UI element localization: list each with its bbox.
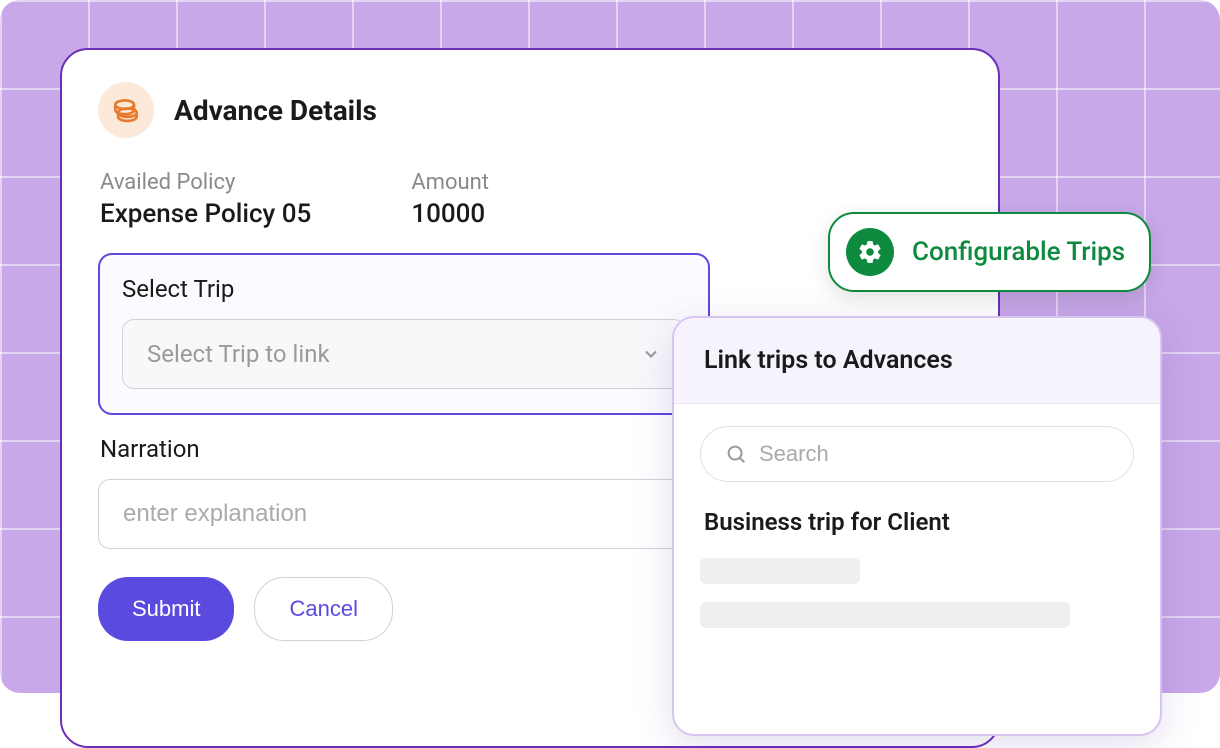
narration-input[interactable]: [98, 479, 710, 549]
search-icon: [725, 443, 747, 465]
gear-icon: [846, 228, 894, 276]
field-row: Availed Policy Expense Policy 05 Amount …: [98, 170, 962, 229]
select-trip-block: Select Trip Select Trip to link: [98, 253, 710, 415]
skeleton-line: [700, 602, 1070, 628]
narration-label: Narration: [98, 435, 710, 463]
select-trip-label: Select Trip: [122, 275, 686, 303]
skeleton-line: [700, 558, 860, 584]
select-trip-dropdown[interactable]: Select Trip to link: [122, 319, 686, 389]
coins-icon: [98, 82, 154, 138]
availed-policy-value: Expense Policy 05: [100, 199, 311, 229]
trip-item[interactable]: Business trip for Client: [700, 508, 1134, 536]
narration-block: Narration: [98, 435, 710, 549]
card-title: Advance Details: [174, 94, 377, 127]
select-trip-placeholder: Select Trip to link: [147, 340, 330, 368]
submit-button[interactable]: Submit: [98, 577, 234, 641]
panel-title: Link trips to Advances: [704, 346, 1130, 375]
configurable-trips-text: Configurable Trips: [912, 237, 1125, 267]
link-trips-panel: Link trips to Advances Business trip for…: [672, 316, 1162, 736]
availed-policy-group: Availed Policy Expense Policy 05: [100, 170, 311, 229]
amount-label: Amount: [411, 170, 489, 195]
search-input[interactable]: [759, 441, 1109, 467]
card-header: Advance Details: [98, 82, 962, 138]
configurable-trips-badge[interactable]: Configurable Trips: [828, 212, 1151, 292]
amount-group: Amount 10000: [411, 170, 489, 229]
chevron-down-icon: [641, 344, 661, 364]
panel-body: Business trip for Client: [674, 404, 1160, 668]
panel-header: Link trips to Advances: [674, 318, 1160, 404]
search-box[interactable]: [700, 426, 1134, 482]
amount-value: 10000: [411, 199, 489, 229]
cancel-button[interactable]: Cancel: [254, 577, 392, 641]
availed-policy-label: Availed Policy: [100, 170, 311, 195]
